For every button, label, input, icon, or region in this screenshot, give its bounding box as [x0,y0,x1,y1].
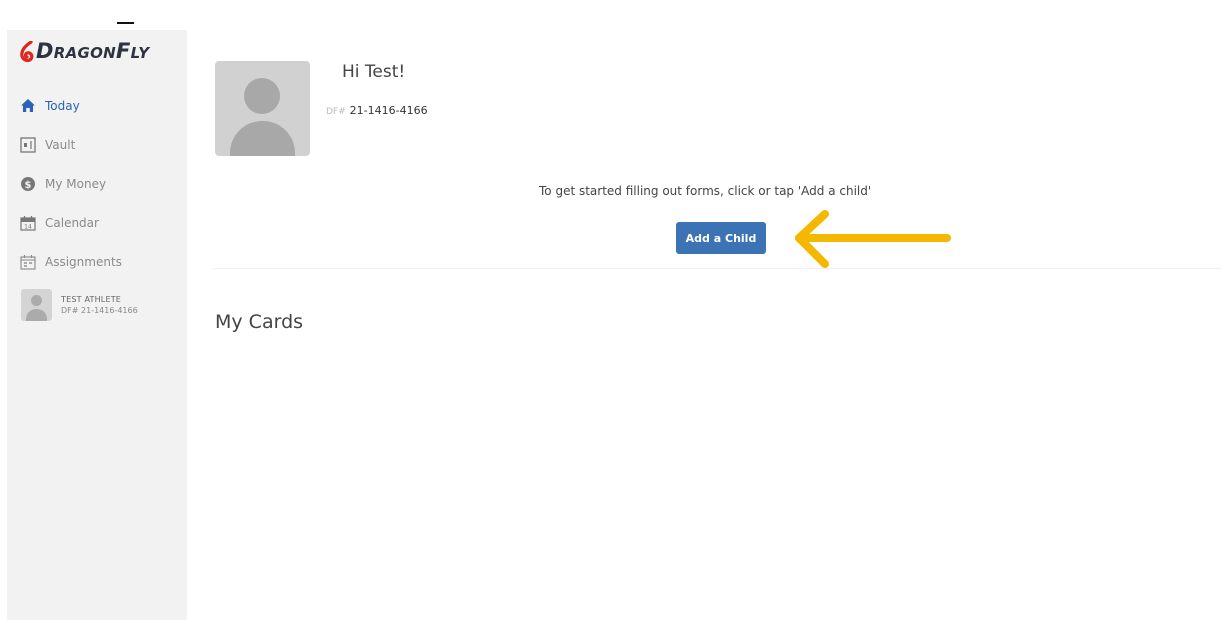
profile-avatar [215,61,310,156]
sidebar-item-label: Today [45,98,80,113]
df-prefix: DF# [326,107,346,117]
sidebar-item-calendar[interactable]: 14 Calendar [19,203,184,242]
logo-wordmark: DRAGONFLY [36,39,150,63]
sidebar-item-label: Calendar [45,215,99,230]
sidebar-item-label: Assignments [45,254,122,269]
df-number-value: 21-1416-4166 [349,104,428,117]
money-icon: $ [19,175,37,193]
dragonfly-logo-icon [20,41,34,63]
assignments-icon [19,253,37,271]
my-cards-heading: My Cards [215,311,304,333]
arrow-pointer-icon [795,210,951,268]
section-divider [212,268,1221,269]
sidebar-profile[interactable]: TEST ATHLETE DF# 21-1416-4166 [21,289,138,321]
sidebar-item-label: My Money [45,176,107,191]
window-minimize-dash [117,22,134,24]
instructions-text: To get started filling out forms, click … [539,184,872,198]
profile-name: TEST ATHLETE [61,294,122,304]
svg-text:$: $ [25,180,32,191]
sidebar-item-assignments[interactable]: Assignments [19,242,184,281]
svg-text:14: 14 [24,223,32,230]
add-child-button[interactable]: Add a Child [676,222,766,254]
sidebar-item-vault[interactable]: Vault [19,125,184,164]
vault-icon [19,136,37,154]
sidebar-nav: Today Vault $ My Money 14 Calendar Assig… [19,86,184,281]
df-number: DF# 21-1416-4166 [326,104,428,117]
calendar-icon: 14 [19,214,37,232]
profile-df-id: DF# 21-1416-4166 [61,305,138,315]
greeting: Hi Test! [342,62,406,82]
home-icon [19,97,37,115]
dragonfly-logo[interactable]: DRAGONFLY [20,39,149,65]
sidebar-item-my-money[interactable]: $ My Money [19,164,184,203]
sidebar-item-label: Vault [45,137,76,152]
sidebar-item-today[interactable]: Today [19,86,184,125]
sidebar: DRAGONFLY Today Vault $ My Money 14 Cale… [7,30,187,620]
avatar [21,289,52,321]
